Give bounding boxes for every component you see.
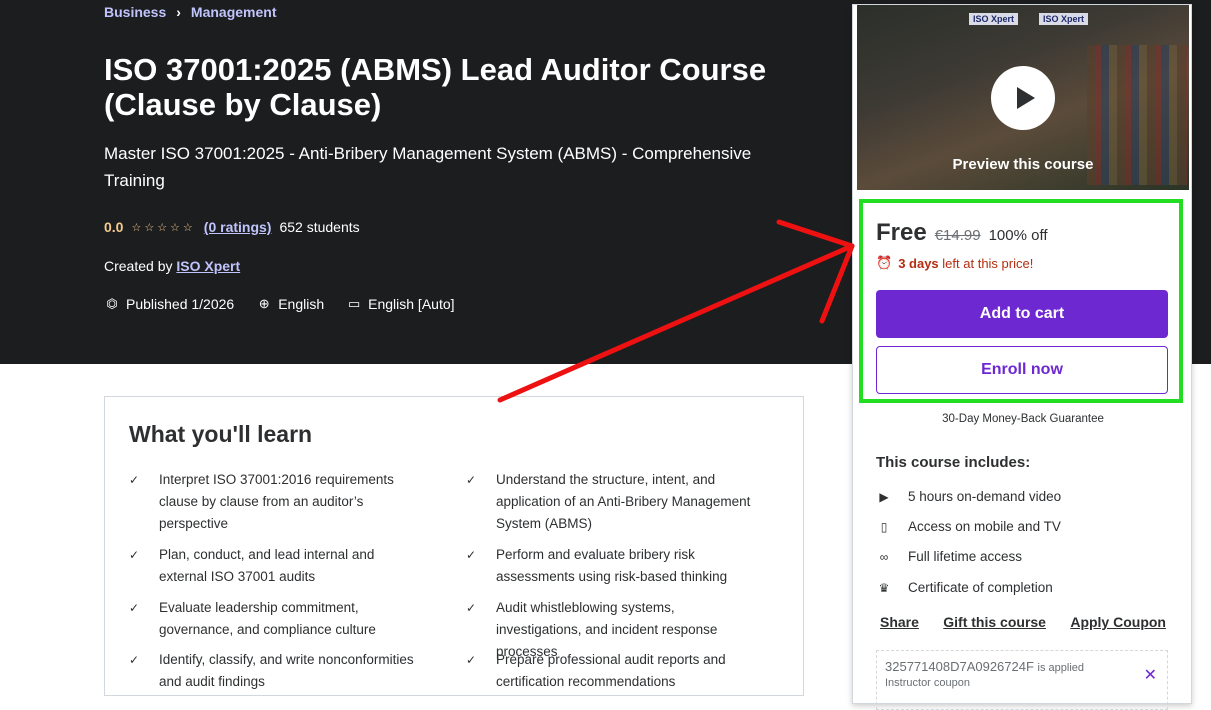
- learn-item: ✓ Understand the structure, intent, and a…: [466, 469, 756, 535]
- preview-logo: ISO Xpert: [1039, 13, 1089, 25]
- share-button[interactable]: Share: [880, 614, 919, 630]
- check-icon: ✓: [129, 473, 140, 487]
- play-icon[interactable]: [991, 66, 1055, 130]
- apply-coupon-button[interactable]: Apply Coupon: [1070, 614, 1166, 630]
- preview-label: Preview this course: [952, 156, 1094, 173]
- rating-value: 0.0: [104, 219, 124, 235]
- learn-heading: What you'll learn: [129, 421, 313, 447]
- learn-item: ✓ Prepare professional audit reports and …: [466, 649, 756, 693]
- coupon-type: Instructor coupon: [885, 677, 970, 689]
- includes-item: ♛ Certificate of completion: [876, 580, 1053, 595]
- created-by-label: Created by: [104, 258, 173, 274]
- breadcrumb-management[interactable]: Management: [191, 4, 277, 20]
- mobile-icon: ▯: [880, 519, 888, 534]
- students-count: 652 students: [279, 219, 360, 235]
- coupon-code: 325771408D7A0926724F: [885, 659, 1034, 674]
- money-back-guarantee: 30-Day Money-Back Guarantee: [942, 413, 1104, 425]
- preview-logo: ISO Xpert: [969, 13, 1019, 25]
- check-icon: ✓: [466, 653, 477, 667]
- alert-badge-icon: ⏣: [106, 296, 118, 311]
- learn-item: ✓ Perform and evaluate bribery risk asses…: [466, 544, 756, 588]
- chevron-right-icon: ›: [176, 4, 181, 20]
- check-icon: ✓: [129, 548, 140, 562]
- learn-item: ✓ Plan, conduct, and lead internal and ex…: [129, 544, 419, 588]
- check-icon: ✓: [129, 653, 140, 667]
- check-icon: ✓: [466, 473, 477, 487]
- includes-item: ▶ 5 hours on-demand video: [876, 489, 1061, 504]
- course-language: English: [278, 296, 325, 312]
- globe-icon: ⊕: [258, 296, 270, 311]
- course-captions: English [Auto]: [368, 296, 455, 312]
- star-rating-icon: ☆☆☆☆☆: [131, 221, 196, 234]
- created-by: Created by ISO Xpert: [104, 258, 240, 274]
- includes-item: ∞ Full lifetime access: [876, 549, 1022, 564]
- learn-item: ✓ Interpret ISO 37001:2016 requirements c…: [129, 469, 419, 535]
- breadcrumb-business[interactable]: Business: [104, 4, 166, 20]
- breadcrumb: Business › Management: [104, 4, 277, 20]
- gift-course-button[interactable]: Gift this course: [943, 614, 1046, 630]
- close-icon[interactable]: ✕: [1144, 665, 1157, 685]
- video-icon: ▶: [879, 489, 889, 504]
- sidebar-links: Share Gift this course Apply Coupon: [880, 614, 1166, 630]
- course-preview[interactable]: ISO Xpert ISO Xpert Preview this course: [857, 5, 1189, 190]
- course-meta: ⏣ Published 1/2026 ⊕ English ▭ English […: [104, 296, 455, 312]
- instructor-link[interactable]: ISO Xpert: [176, 258, 240, 274]
- course-title: ISO 37001:2025 (ABMS) Lead Auditor Cours…: [104, 52, 767, 122]
- includes-item: ▯ Access on mobile and TV: [876, 519, 1061, 534]
- annotation-highlight-box: [859, 199, 1183, 403]
- applied-coupon: 325771408D7A0926724F is applied Instruct…: [876, 650, 1168, 710]
- rating-row: 0.0 ☆☆☆☆☆ (0 ratings) 652 students: [104, 219, 360, 235]
- ratings-link[interactable]: (0 ratings): [204, 219, 272, 235]
- includes-title: This course includes:: [876, 454, 1031, 471]
- learn-item: ✓ Evaluate leadership commitment, governa…: [129, 597, 419, 641]
- coupon-applied-text: is applied: [1037, 662, 1085, 674]
- learn-item: ✓ Identify, classify, and write nonconfor…: [129, 649, 419, 693]
- course-subtitle: Master ISO 37001:2025 - Anti-Bribery Man…: [104, 144, 752, 190]
- what-youll-learn: What you'll learn ✓ Interpret ISO 37001:2…: [104, 396, 804, 696]
- check-icon: ✓: [129, 601, 140, 615]
- trophy-icon: ♛: [878, 580, 890, 595]
- infinity-icon: ∞: [879, 549, 889, 564]
- check-icon: ✓: [466, 548, 477, 562]
- captions-icon: ▭: [347, 296, 361, 311]
- published-date: Published 1/2026: [126, 296, 235, 312]
